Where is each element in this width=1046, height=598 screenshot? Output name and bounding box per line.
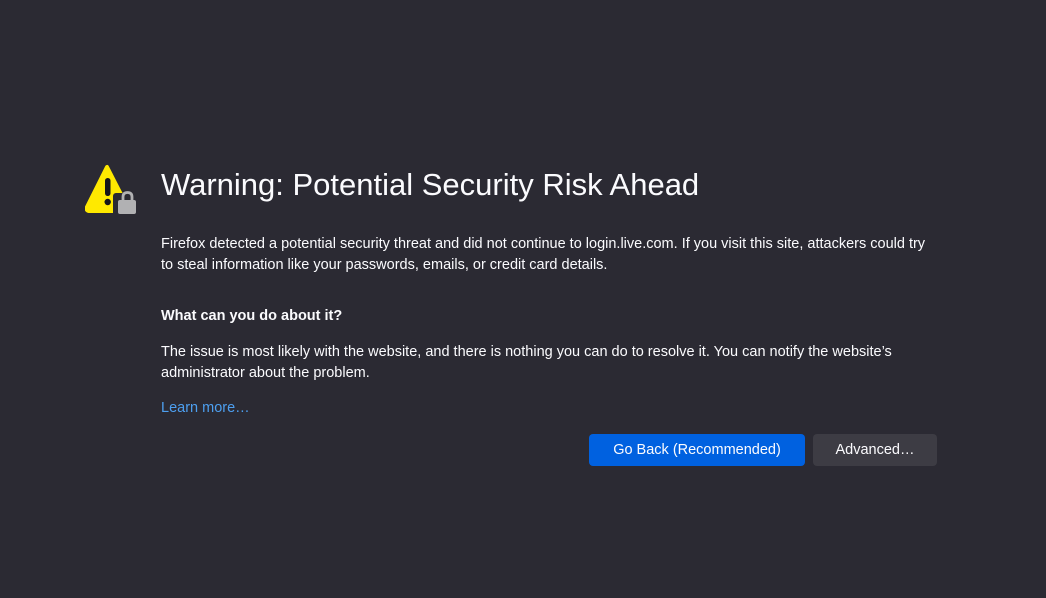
error-page: Warning: Potential Security Risk Ahead F…: [0, 0, 1046, 598]
go-back-button[interactable]: Go Back (Recommended): [589, 434, 805, 466]
page-title: Warning: Potential Security Risk Ahead: [161, 167, 700, 202]
warning-lock-icon: [85, 165, 139, 218]
error-content: Warning: Potential Security Risk Ahead F…: [161, 162, 941, 419]
what-can-you-do-heading: What can you do about it?: [161, 308, 343, 324]
advanced-button[interactable]: Advanced…: [813, 434, 937, 466]
button-container: Go Back (Recommended) Advanced…: [589, 434, 937, 466]
error-description: Firefox detected a potential security th…: [161, 236, 926, 273]
issue-description: The issue is most likely with the websit…: [161, 344, 892, 381]
learn-more-link[interactable]: Learn more…: [161, 398, 250, 419]
